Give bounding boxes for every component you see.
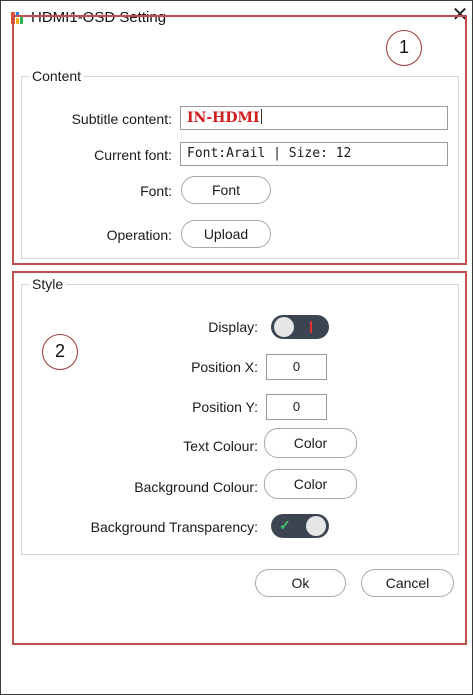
- callout-number-1: 1: [386, 30, 422, 66]
- background-colour-button[interactable]: Color: [264, 469, 357, 499]
- content-legend: Content: [29, 68, 85, 84]
- toggle-knob: [274, 317, 294, 337]
- font-label: Font:: [140, 183, 172, 199]
- cancel-button[interactable]: Cancel: [361, 569, 454, 597]
- osd-setting-window: HDMI1-OSD Setting ✕ 1 Content Subtitle c…: [0, 0, 473, 695]
- position-x-input[interactable]: 0: [266, 354, 327, 380]
- display-toggle[interactable]: [271, 315, 329, 339]
- current-font-field: Font:Arail | Size: 12: [180, 142, 448, 166]
- upload-button[interactable]: Upload: [181, 220, 271, 248]
- subtitle-content-value: IN-HDMI: [187, 110, 260, 126]
- subtitle-content-input[interactable]: IN-HDMI: [180, 106, 448, 130]
- position-y-label: Position Y:: [192, 399, 258, 415]
- check-icon: ✓: [279, 517, 291, 533]
- text-colour-button[interactable]: Color: [264, 428, 357, 458]
- font-button[interactable]: Font: [181, 176, 271, 204]
- ok-button[interactable]: Ok: [255, 569, 346, 597]
- toggle-knob: [306, 516, 326, 536]
- text-colour-label: Text Colour:: [183, 438, 258, 454]
- text-cursor: [260, 109, 262, 124]
- position-x-label: Position X:: [191, 359, 258, 375]
- subtitle-content-label: Subtitle content:: [71, 111, 172, 127]
- current-font-label: Current font:: [94, 147, 172, 163]
- toggle-off-indicator: [310, 321, 312, 333]
- background-transparency-toggle[interactable]: ✓: [271, 514, 329, 538]
- background-transparency-label: Background Transparency:: [90, 519, 258, 535]
- style-legend: Style: [29, 276, 67, 292]
- background-colour-label: Background Colour:: [134, 479, 258, 495]
- position-y-input[interactable]: 0: [266, 394, 327, 420]
- operation-label: Operation:: [106, 227, 172, 243]
- display-label: Display:: [208, 319, 258, 335]
